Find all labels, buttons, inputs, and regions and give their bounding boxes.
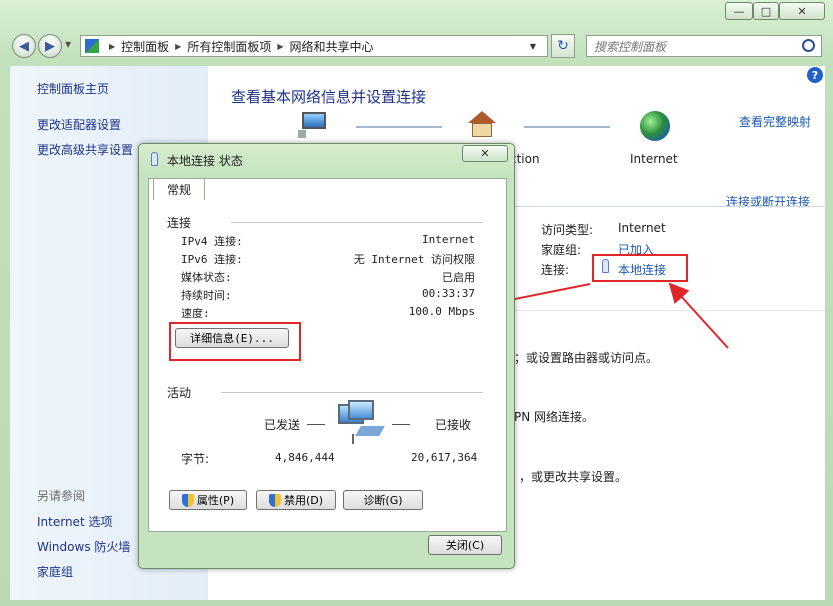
- received-label: 已接收: [435, 418, 472, 432]
- ipv4-label: IPv4 连接:: [181, 235, 243, 248]
- ipv6-label: IPv6 连接:: [181, 253, 243, 266]
- uac-shield-icon: [268, 493, 281, 507]
- uac-shield-icon: [181, 493, 194, 507]
- diagnose-button-label: 诊断(G): [363, 494, 403, 507]
- disable-button-label: 禁用(D): [283, 494, 324, 507]
- media-state-label: 媒体状态:: [181, 271, 232, 284]
- ipv4-row: IPv4 连接: Internet: [181, 233, 475, 249]
- close-button-label: 关闭(C): [445, 539, 485, 552]
- network-activity-icon: [338, 400, 388, 444]
- tab-general[interactable]: 常规: [153, 178, 205, 200]
- speed-value: 100.0 Mbps: [408, 305, 475, 318]
- local-connection-status-dialog: 本地连接 状态 ✕ 常规 连接 IPv4 连接: Internet IPv6 连…: [138, 143, 515, 569]
- disable-button[interactable]: 禁用(D): [256, 490, 336, 510]
- diagnose-button[interactable]: 诊断(G): [343, 490, 423, 510]
- sent-line: [307, 424, 325, 425]
- speed-row: 速度: 100.0 Mbps: [181, 305, 475, 321]
- dialog-close-action-button[interactable]: 关闭(C): [428, 535, 502, 555]
- bytes-sent-value: 4,846,444: [275, 451, 335, 464]
- section-activity-heading: 活动: [167, 386, 192, 400]
- details-button-label: 详细信息(E)...: [190, 332, 274, 345]
- ipv6-value: 无 Internet 访问权限: [353, 253, 475, 266]
- received-line: [392, 424, 410, 425]
- media-state-value: 已启用: [442, 271, 475, 284]
- properties-button[interactable]: 属性(P): [169, 490, 247, 510]
- ipv4-value: Internet: [422, 233, 475, 246]
- bytes-label: 字节:: [181, 452, 210, 466]
- network-sharing-center-window: — □ ✕ ◀ ▶ ▼ ▶ 控制面板 ▶ 所有控制面板项 ▶ 网络和共享中心 ▼…: [0, 0, 833, 606]
- duration-value: 00:33:37: [422, 287, 475, 300]
- section-divider: [221, 392, 483, 393]
- sent-label: 已发送: [264, 418, 301, 432]
- close-icon: ✕: [480, 147, 490, 160]
- duration-row: 持续时间: 00:33:37: [181, 287, 475, 303]
- media-state-row: 媒体状态: 已启用: [181, 269, 475, 285]
- section-divider: [231, 222, 483, 223]
- speed-label: 速度:: [181, 307, 210, 320]
- ethernet-icon: [151, 152, 158, 166]
- section-connection-heading: 连接: [167, 216, 192, 230]
- annotation-arrow: [668, 282, 729, 349]
- dialog-title: 本地连接 状态: [167, 154, 243, 168]
- duration-label: 持续时间:: [181, 289, 232, 302]
- tab-label: 常规: [166, 183, 191, 197]
- dialog-close-button[interactable]: ✕: [462, 145, 508, 162]
- ipv6-row: IPv6 连接: 无 Internet 访问权限: [181, 251, 475, 267]
- bytes-received-value: 20,617,364: [411, 451, 478, 464]
- properties-button-label: 属性(P): [196, 494, 235, 507]
- details-button[interactable]: 详细信息(E)...: [175, 328, 289, 348]
- dialog-body: 常规 连接 IPv4 连接: Internet IPv6 连接: 无 Inter…: [148, 178, 507, 532]
